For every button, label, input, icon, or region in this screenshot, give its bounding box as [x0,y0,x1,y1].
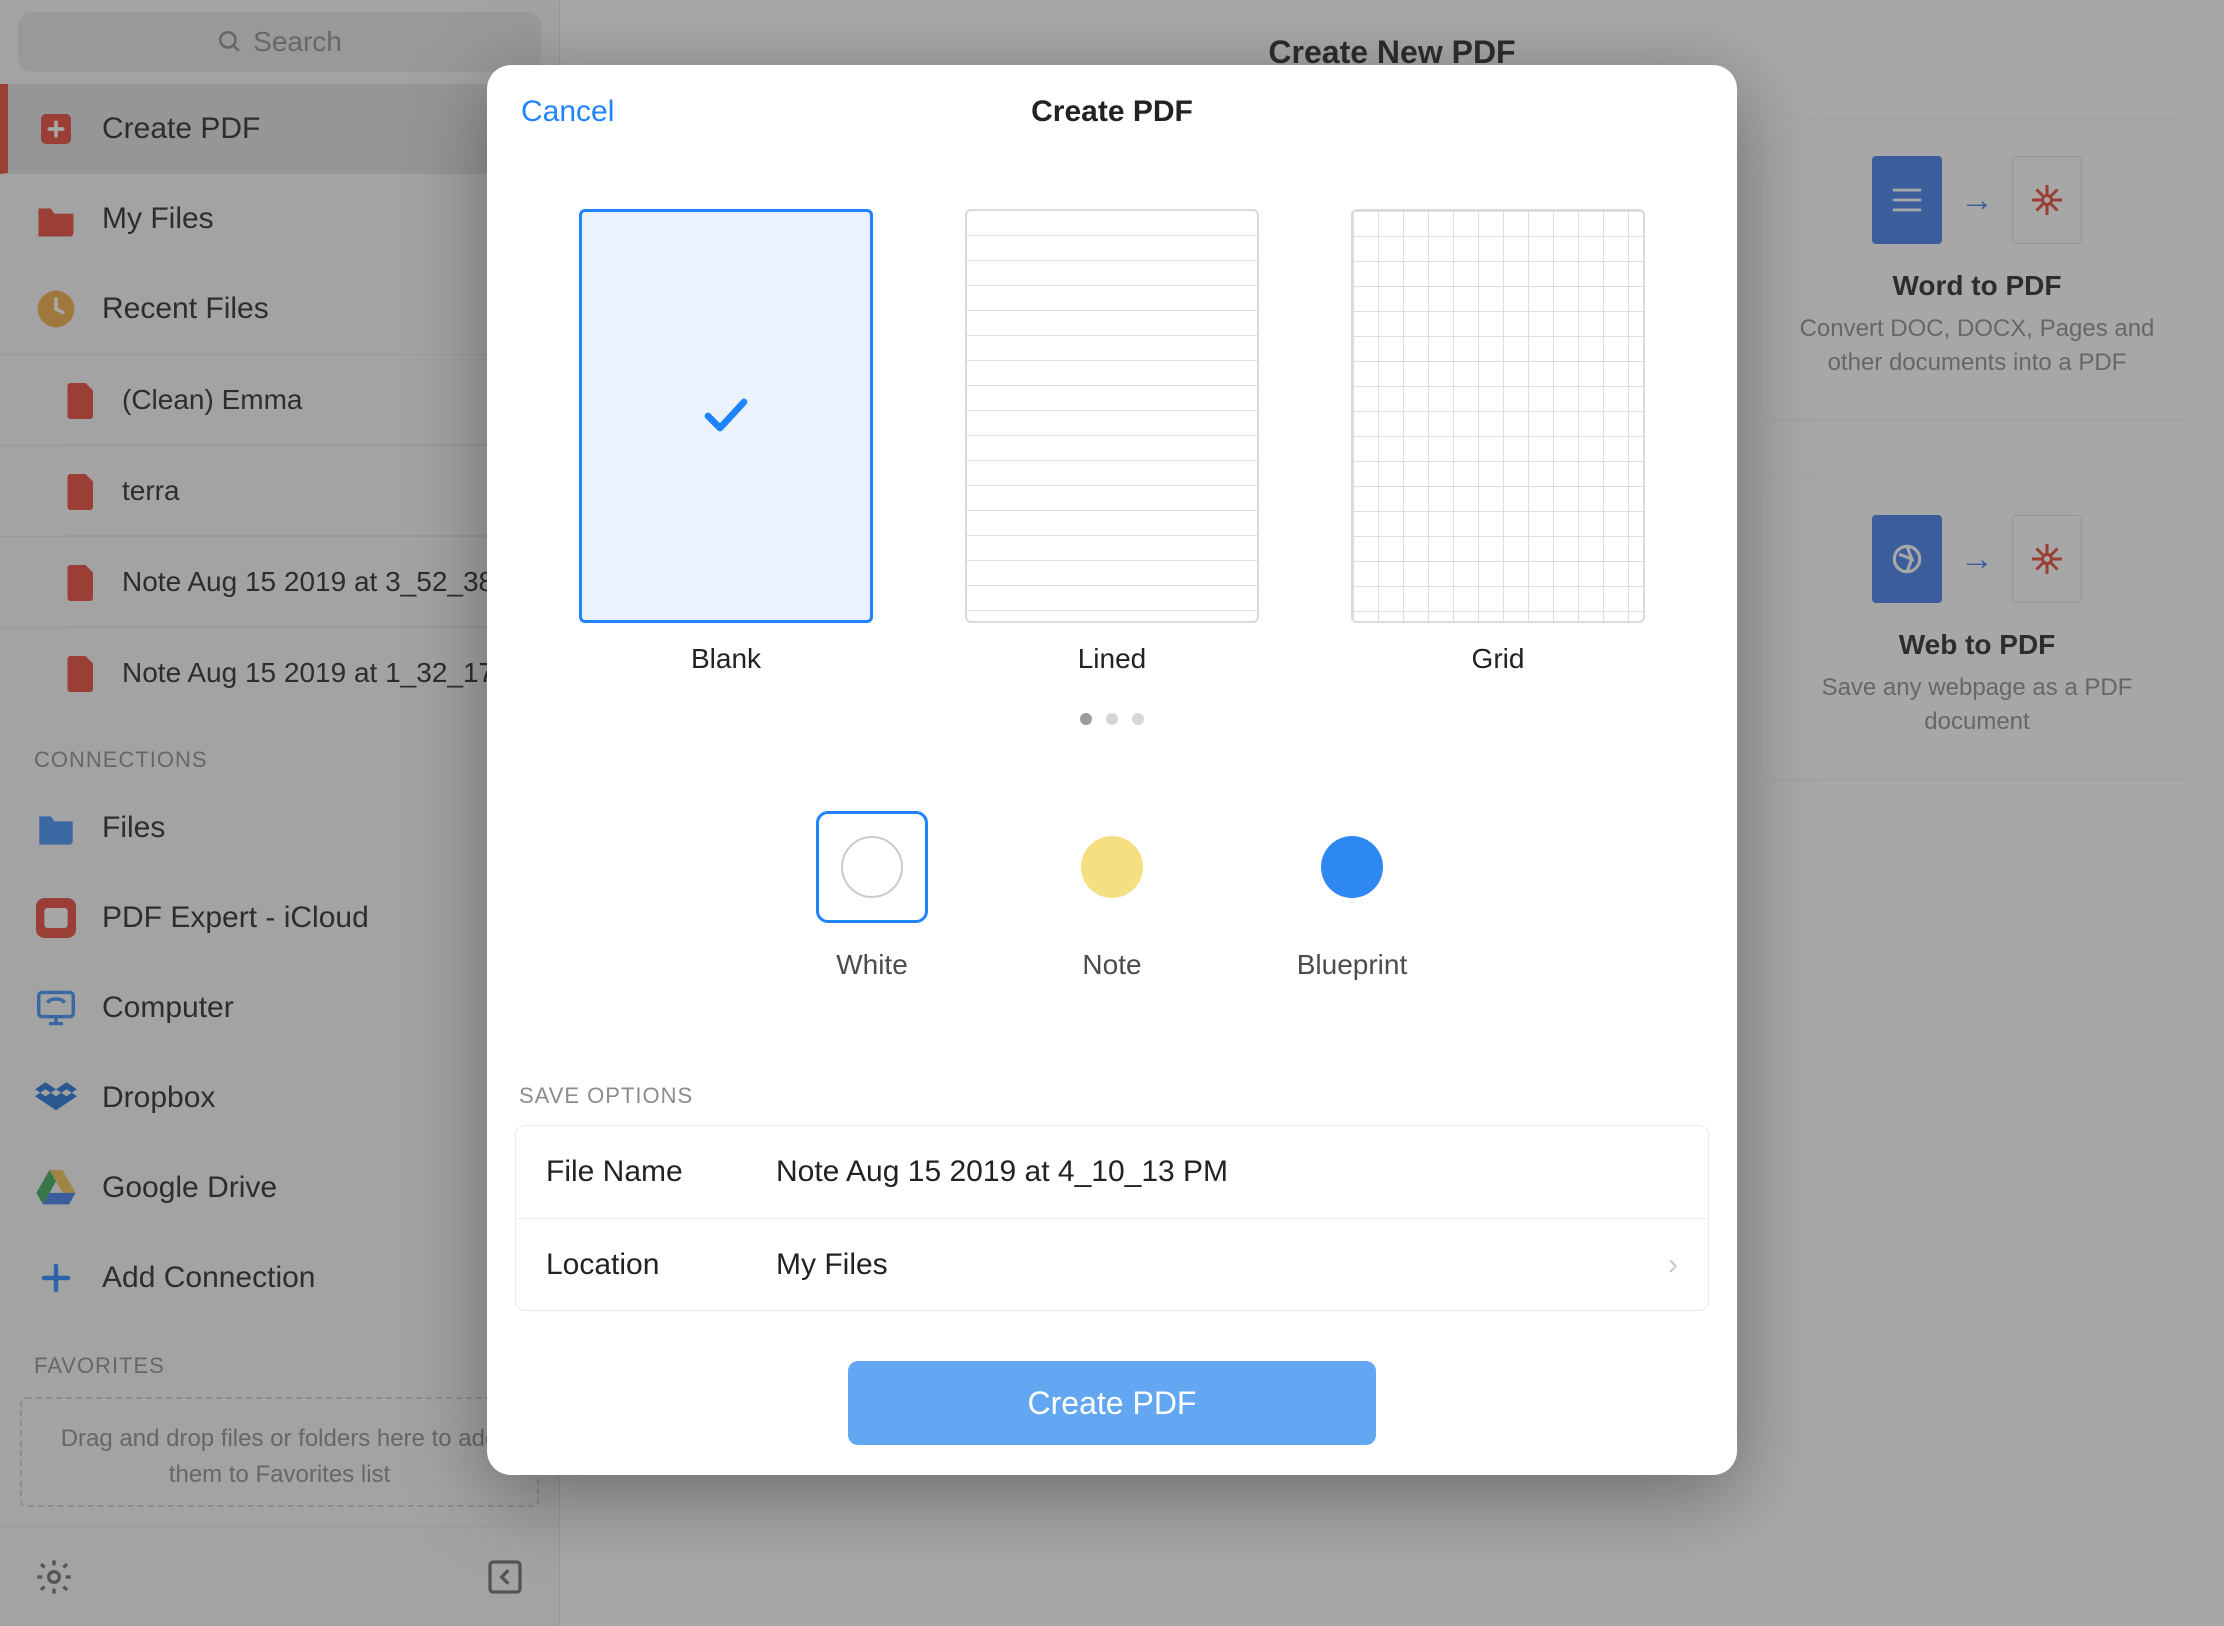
location-label: Location [546,1248,776,1282]
page-dot[interactable] [1106,713,1118,725]
theme-white[interactable]: White [816,811,928,981]
location-row[interactable]: Location My Files › [516,1218,1708,1310]
color-swatch [1321,836,1383,898]
template-lined[interactable]: Lined [965,209,1259,675]
page-indicator [487,713,1737,725]
page-dot[interactable] [1080,713,1092,725]
chevron-right-icon: › [1668,1248,1678,1282]
template-blank[interactable]: Blank [579,209,873,675]
theme-label: Note [1082,949,1141,981]
button-label: Create PDF [1028,1385,1197,1422]
swatch-wrap [816,811,928,923]
template-grid[interactable]: Grid [1351,209,1645,675]
file-name-label: File Name [546,1155,776,1189]
theme-label: White [836,949,908,981]
create-pdf-button[interactable]: Create PDF [848,1361,1376,1445]
theme-label: Blueprint [1297,949,1408,981]
cancel-button[interactable]: Cancel [521,95,614,129]
template-label: Grid [1472,643,1525,675]
swatch-wrap [1056,811,1168,923]
template-thumbnail [965,209,1259,623]
color-swatch [841,836,903,898]
file-name-row[interactable]: File Name Note Aug 15 2019 at 4_10_13 PM [516,1126,1708,1218]
checkmark-icon [701,396,751,436]
swatch-wrap [1296,811,1408,923]
color-swatch [1081,836,1143,898]
save-options: SAVE OPTIONS File Name Note Aug 15 2019 … [487,1083,1737,1311]
create-pdf-modal: Cancel Create PDF Blank Lined Grid [487,65,1737,1475]
template-label: Lined [1078,643,1147,675]
theme-note[interactable]: Note [1056,811,1168,981]
theme-blueprint[interactable]: Blueprint [1296,811,1408,981]
location-value: My Files [776,1248,1668,1282]
page-dot[interactable] [1132,713,1144,725]
modal-title: Create PDF [1031,95,1193,129]
save-options-header: SAVE OPTIONS [519,1083,1709,1109]
template-thumbnail [579,209,873,623]
template-label: Blank [691,643,761,675]
template-thumbnail [1351,209,1645,623]
template-picker: Blank Lined Grid [487,209,1737,675]
file-name-value: Note Aug 15 2019 at 4_10_13 PM [776,1155,1678,1189]
theme-picker: White Note Blueprint [487,811,1737,981]
